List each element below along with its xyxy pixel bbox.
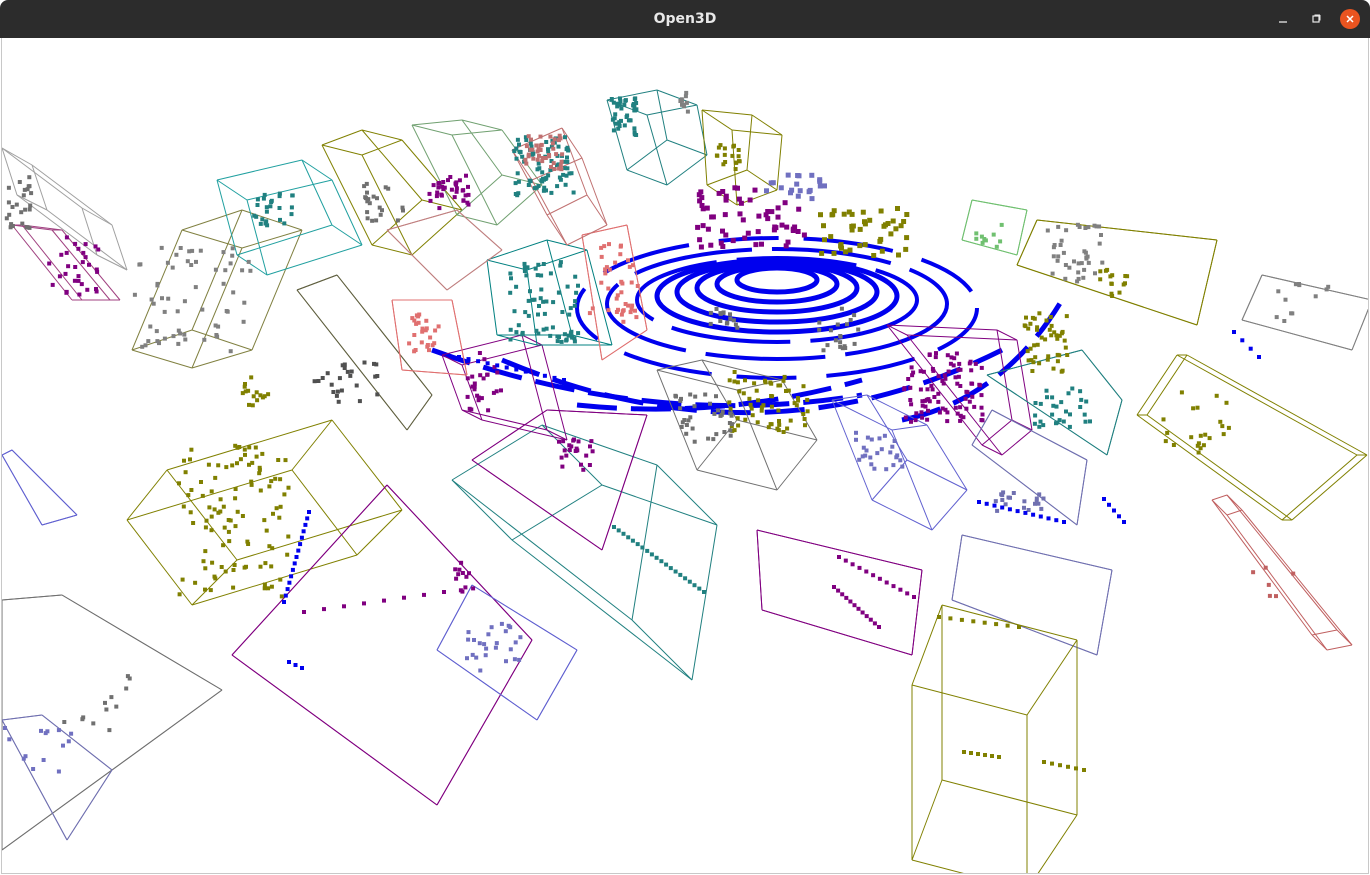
- bounding-box: [701, 109, 783, 206]
- bounding-box: [1016, 219, 1218, 326]
- bounding-box: [451, 424, 718, 681]
- object-point-cluster: [453, 560, 476, 594]
- bounding-box: [606, 89, 708, 186]
- lidar-ground-rings: [1232, 330, 1261, 359]
- object-point-cluster: [1042, 760, 1086, 772]
- minimize-icon: [1278, 14, 1288, 24]
- bounding-box: [441, 334, 568, 441]
- minimize-button[interactable]: [1273, 9, 1293, 29]
- bounding-box: [1211, 494, 1353, 651]
- bounding-box: [1241, 274, 1368, 351]
- object-point-cluster: [177, 445, 291, 599]
- bounding-box: [831, 394, 968, 531]
- object-point-cluster: [609, 96, 639, 137]
- bounding-box: [2, 147, 128, 271]
- bounding-box: [126, 419, 403, 606]
- maximize-button[interactable]: [1306, 9, 1326, 29]
- maximize-icon: [1311, 14, 1321, 24]
- object-point-cluster: [508, 260, 581, 344]
- object-point-cluster: [837, 555, 916, 599]
- object-point-cluster: [3, 726, 74, 774]
- bounding-box: [411, 119, 543, 226]
- object-point-cluster: [832, 585, 881, 629]
- object-point-cluster: [962, 750, 1001, 759]
- object-point-cluster: [240, 375, 271, 408]
- bounding-box: [961, 199, 1028, 256]
- bounding-box: [2, 594, 223, 851]
- object-point-cluster: [465, 351, 503, 413]
- object-point-cluster: [362, 181, 405, 223]
- object-point-cluster: [407, 312, 441, 354]
- object-point-cluster: [557, 437, 595, 472]
- open3d-window: Open3D: [0, 0, 1370, 875]
- lidar-ground-rings: [1102, 497, 1126, 524]
- object-point-cluster: [465, 621, 523, 673]
- object-point-cluster: [612, 525, 706, 594]
- bounding-box: [911, 604, 1078, 873]
- bounding-box: [2, 714, 113, 841]
- bounding-box: [321, 129, 463, 256]
- object-point-cluster: [132, 245, 253, 354]
- point-cloud-viewport[interactable]: [1, 38, 1369, 874]
- object-point-cluster: [993, 490, 1046, 513]
- bounding-box: [951, 534, 1113, 656]
- bounding-box: [486, 239, 613, 346]
- object-point-cluster: [764, 172, 827, 202]
- lidar-ground-rings: [282, 510, 311, 604]
- lidar-ground-rings: [977, 500, 1066, 524]
- object-point-cluster: [1022, 311, 1070, 374]
- close-icon: [1345, 14, 1355, 24]
- object-point-cluster: [678, 90, 690, 114]
- object-point-cluster: [902, 351, 985, 424]
- lidar-ground-rings: [287, 660, 304, 670]
- bounding-box: [2, 449, 78, 526]
- object-point-cluster: [4, 175, 34, 230]
- point-cloud-scene[interactable]: [2, 38, 1368, 873]
- object-point-cluster: [302, 590, 446, 614]
- object-point-cluster: [62, 674, 132, 733]
- bounding-box: [231, 484, 533, 806]
- close-button[interactable]: [1340, 9, 1360, 29]
- window-title: Open3D: [653, 11, 717, 27]
- object-point-cluster: [854, 430, 905, 472]
- bounding-box: [296, 274, 433, 431]
- object-point-cluster: [1161, 390, 1231, 455]
- object-point-cluster: [1045, 222, 1105, 284]
- object-point-cluster: [1032, 386, 1092, 429]
- object-point-cluster: [512, 135, 576, 198]
- title-bar[interactable]: Open3D: [0, 0, 1370, 38]
- bounding-box: [436, 584, 578, 721]
- bounding-box: [1136, 354, 1368, 521]
- object-point-cluster: [427, 173, 471, 211]
- object-point-cluster: [714, 143, 742, 171]
